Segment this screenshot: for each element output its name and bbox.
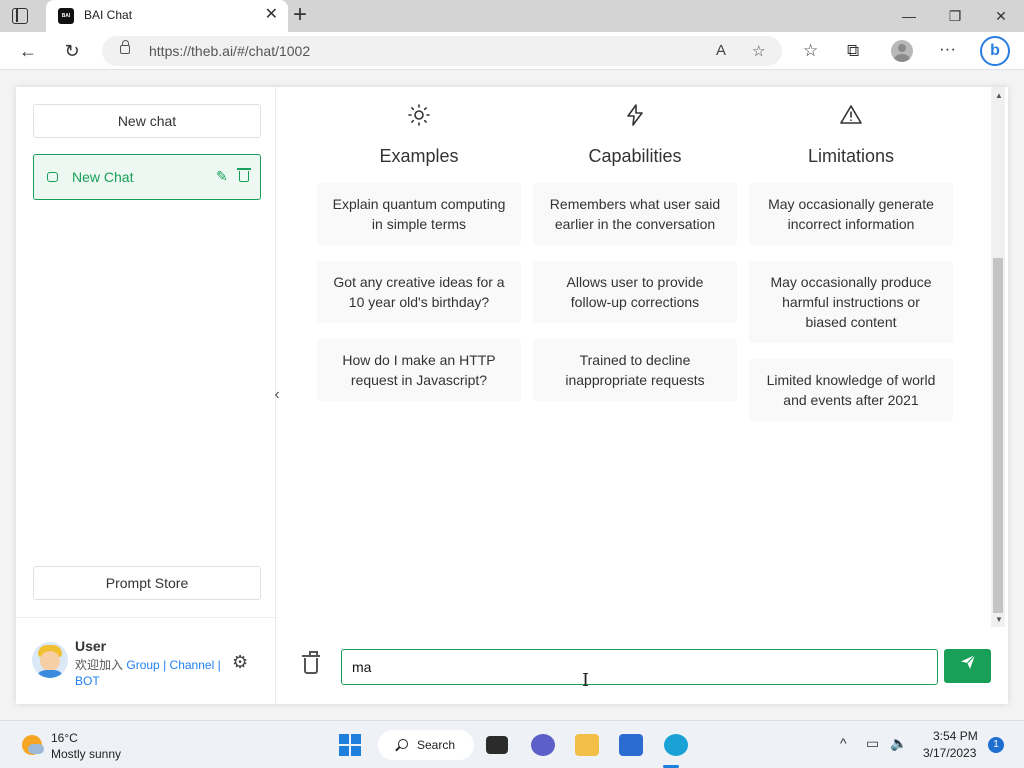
profile-avatar-icon[interactable] [891, 40, 913, 62]
url-text[interactable]: https://theb.ai/#/chat/1002 [149, 43, 310, 59]
capability-card: Allows user to provide follow-up correct… [533, 261, 737, 323]
sun-icon [317, 103, 521, 132]
chat-bubble-icon [47, 172, 58, 182]
example-prompt-card[interactable]: Got any creative ideas for a 10 year old… [317, 261, 521, 323]
refresh-icon[interactable]: ↻ [59, 38, 85, 64]
chat-message-input[interactable] [341, 649, 938, 685]
back-arrow-icon[interactable]: ← [15, 38, 41, 64]
group-link[interactable]: Group [126, 658, 159, 672]
windows-start-icon[interactable] [339, 734, 361, 756]
send-plane-icon [960, 654, 975, 669]
tab-title: BAI Chat [84, 8, 133, 22]
scroll-down-arrow-icon[interactable]: ▼ [995, 615, 1003, 624]
user-avatar [32, 642, 68, 678]
more-options-icon[interactable]: ··· [939, 38, 956, 60]
weather-condition[interactable]: Mostly sunny [51, 747, 121, 761]
chat-list-item[interactable]: New Chat ✎ [33, 154, 261, 200]
limitation-card: May occasionally generate incorrect info… [749, 183, 953, 245]
bing-chat-icon[interactable]: b [980, 36, 1010, 66]
delete-chat-icon[interactable] [237, 168, 251, 182]
capability-card: Trained to decline inappropriate request… [533, 339, 737, 401]
lightning-icon [533, 103, 737, 132]
search-label: Search [417, 738, 456, 752]
separator: | [163, 658, 167, 672]
clock-date[interactable]: 3/17/2023 [923, 746, 976, 760]
capability-card: Remembers what user said earlier in the … [533, 183, 737, 245]
lock-icon[interactable] [120, 40, 130, 54]
bot-link[interactable]: BOT [75, 674, 100, 688]
new-tab-icon[interactable]: + [293, 3, 307, 27]
show-hidden-icons-chevron-icon[interactable]: ^ [840, 735, 847, 751]
favorites-icon[interactable]: ☆ [803, 40, 818, 62]
restore-icon[interactable]: ❐ [932, 0, 978, 32]
channel-link[interactable]: Channel [170, 658, 215, 672]
task-view-icon[interactable] [486, 736, 508, 754]
weather-sun-cloud-icon[interactable] [22, 735, 44, 755]
volume-icon[interactable]: 🔈 [890, 735, 907, 752]
minimize-icon[interactable]: — [886, 0, 932, 32]
user-name: User [75, 638, 107, 654]
teams-chat-icon[interactable] [531, 734, 555, 756]
example-prompt-card[interactable]: How do I make an HTTP request in Javascr… [317, 339, 521, 401]
user-panel: User 欢迎加入 Group | Channel | BOT ⚙ [16, 617, 276, 704]
sidebar: New chat New Chat ✎ Prompt Store User 欢迎… [16, 87, 276, 704]
taskbar: 16°C Mostly sunny Search ^ ▭ 🔈 3:54 PM 3… [0, 720, 1024, 768]
tab-close-icon[interactable]: ✕ [265, 7, 278, 23]
settings-gear-icon[interactable]: ⚙ [232, 652, 248, 673]
network-icon[interactable]: ▭ [866, 735, 879, 752]
user-welcome-text: 欢迎加入 Group | Channel | BOT [75, 657, 235, 689]
page-viewport: New chat New Chat ✎ Prompt Store User 欢迎… [0, 71, 1024, 720]
read-aloud-icon[interactable]: A [716, 42, 726, 59]
address-bar[interactable]: https://theb.ai/#/chat/1002 A ☆ [102, 36, 782, 66]
weather-temperature[interactable]: 16°C [51, 731, 78, 745]
scroll-up-arrow-icon[interactable]: ▲ [995, 91, 1003, 100]
prompt-store-button[interactable]: Prompt Store [33, 566, 261, 600]
text-cursor-icon: I [582, 670, 590, 691]
scrollbar-thumb[interactable] [993, 258, 1003, 613]
tab-actions-icon[interactable] [12, 8, 28, 24]
chat-app: New chat New Chat ✎ Prompt Store User 欢迎… [16, 87, 1008, 704]
collections-icon[interactable]: ⧉ [847, 40, 859, 62]
taskbar-search-button[interactable]: Search [378, 730, 474, 760]
clock-time[interactable]: 3:54 PM [933, 729, 978, 743]
column-title: Examples [379, 146, 459, 166]
example-prompt-card[interactable]: Explain quantum computing in simple term… [317, 183, 521, 245]
new-chat-button[interactable]: New chat [33, 104, 261, 138]
file-explorer-icon[interactable] [575, 734, 599, 756]
limitation-card: Limited knowledge of world and events af… [749, 359, 953, 421]
microsoft-store-icon[interactable] [619, 734, 643, 756]
separator: | [217, 658, 221, 672]
title-bar: BAI BAI Chat ✕ + — ❐ ✕ [0, 0, 1024, 32]
chat-item-label: New Chat [72, 169, 134, 185]
clear-chat-trash-icon[interactable] [302, 651, 320, 674]
edge-browser-icon[interactable] [664, 734, 688, 756]
notification-badge[interactable]: 1 [988, 737, 1004, 753]
welcome-label: 欢迎加入 [75, 658, 124, 672]
navigation-bar: ← ↻ https://theb.ai/#/chat/1002 A ☆ ☆ ⧉ … [0, 32, 1024, 70]
column-title: Limitations [807, 146, 895, 166]
search-icon [398, 739, 408, 749]
warning-icon [749, 103, 953, 132]
limitation-card: May occasionally produce harmful instruc… [749, 261, 953, 343]
bai-favicon-icon: BAI [58, 8, 74, 24]
add-favorite-icon[interactable]: ☆ [752, 42, 765, 60]
edit-pencil-icon[interactable]: ✎ [216, 168, 228, 185]
window-close-icon[interactable]: ✕ [978, 0, 1024, 32]
column-title: Capabilities [588, 146, 682, 166]
main-area: Examples Explain quantum computing in si… [277, 87, 1008, 704]
browser-tab[interactable]: BAI BAI Chat ✕ [46, 0, 288, 32]
send-button[interactable] [944, 649, 991, 683]
